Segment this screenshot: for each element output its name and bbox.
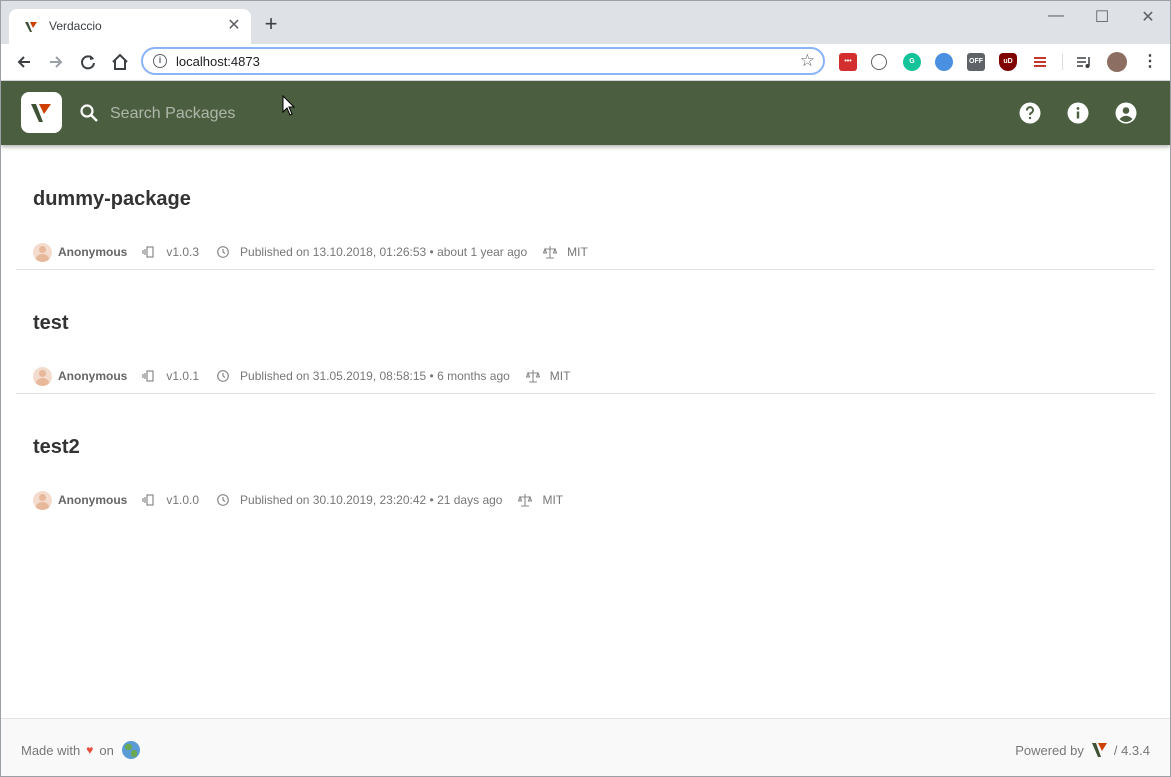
reload-icon[interactable] [77, 51, 99, 73]
app-footer: Made with ♥ on Powered by / 4.3.4 [1, 718, 1170, 776]
verdaccio-favicon-icon [25, 22, 37, 32]
help-icon[interactable] [1018, 101, 1042, 125]
globe-icon[interactable] [121, 741, 140, 759]
package-version: v1.0.0 [166, 493, 200, 507]
package-meta: Anonymous v1.0.3 Published on 13.10.2018… [33, 242, 588, 262]
info-icon[interactable] [1066, 101, 1090, 125]
verdaccio-logo[interactable] [21, 92, 62, 133]
maximize-button[interactable]: ☐ [1087, 7, 1117, 27]
1password-extension-icon[interactable] [871, 54, 887, 70]
publish-date: Published on 31.05.2019, 08:58:15 • 6 mo… [240, 369, 510, 383]
mouse-cursor-icon [282, 95, 296, 116]
chat-extension-icon[interactable] [935, 53, 953, 71]
verdaccio-logo-icon [31, 104, 51, 122]
search-icon [80, 104, 98, 122]
footer-powered-by: Powered by / 4.3.4 [1015, 741, 1150, 759]
forward-icon[interactable] [45, 51, 67, 73]
app-header [1, 81, 1170, 145]
off-extension-icon[interactable]: OFF [967, 53, 985, 71]
publish-date: Published on 13.10.2018, 01:26:53 • abou… [240, 245, 528, 259]
grammarly-extension-icon[interactable]: G [903, 53, 921, 71]
bookmark-star-icon[interactable]: ☆ [800, 51, 815, 71]
package-item[interactable]: test Anonymous v1.0.1 Published on 31.05… [16, 270, 1155, 394]
browser-toolbar: i localhost:4873 ☆ ••• G OFF uD ⋮ [1, 44, 1170, 81]
lastpass-extension-icon[interactable]: ••• [839, 53, 857, 71]
site-info-icon[interactable]: i [153, 54, 167, 68]
package-version: v1.0.1 [166, 369, 200, 383]
search-packages-input[interactable] [108, 98, 412, 130]
close-window-button[interactable]: ✕ [1133, 7, 1163, 27]
address-bar[interactable]: i localhost:4873 ☆ [141, 47, 825, 75]
author-name: Anonymous [58, 369, 128, 383]
media-control-icon[interactable] [1075, 53, 1093, 71]
version-icon [142, 494, 154, 506]
license-scale-icon [518, 494, 533, 507]
package-name[interactable]: dummy-package [33, 188, 191, 211]
app-version: / 4.3.4 [1113, 742, 1150, 758]
powered-by-text: Powered by [1015, 742, 1084, 758]
package-version: v1.0.3 [166, 245, 200, 259]
minimize-button[interactable]: — [1041, 7, 1071, 27]
author-avatar [33, 366, 52, 386]
new-tab-button[interactable]: + [261, 13, 281, 35]
clock-icon [217, 494, 229, 506]
heart-icon: ♥ [86, 743, 94, 757]
toolbar-divider [1062, 54, 1063, 70]
clock-icon [217, 370, 229, 382]
tab-strip: Verdaccio ✕ + — ☐ ✕ [1, 1, 1170, 44]
package-license: MIT [542, 493, 564, 507]
author-avatar [33, 490, 52, 510]
profile-avatar[interactable] [1107, 52, 1127, 72]
package-item[interactable]: test2 Anonymous v1.0.0 Published on 30.1… [16, 394, 1155, 517]
author-name: Anonymous [58, 493, 128, 507]
chrome-menu-icon[interactable]: ⋮ [1141, 53, 1159, 71]
author-name: Anonymous [58, 245, 128, 259]
version-icon [142, 246, 154, 258]
account-icon[interactable] [1114, 101, 1138, 125]
version-icon [142, 370, 154, 382]
package-meta: Anonymous v1.0.0 Published on 30.10.2019… [33, 490, 563, 510]
ublock-extension-icon[interactable]: uD [999, 53, 1017, 71]
package-meta: Anonymous v1.0.1 Published on 31.05.2019… [33, 366, 570, 386]
tab-verdaccio[interactable]: Verdaccio ✕ [9, 9, 251, 44]
author-avatar [33, 242, 52, 262]
verdaccio-footer-logo-icon [1091, 743, 1107, 757]
footer-made-with: Made with ♥ on [21, 741, 140, 759]
package-license: MIT [549, 369, 571, 383]
list-extension-icon[interactable] [1031, 53, 1049, 71]
made-with-text: Made with [21, 742, 81, 758]
package-license: MIT [567, 245, 588, 259]
license-scale-icon [525, 370, 540, 383]
address-url[interactable]: localhost:4873 [176, 54, 260, 69]
tab-close-icon[interactable]: ✕ [225, 17, 243, 35]
back-icon[interactable] [13, 51, 35, 73]
browser-window: Verdaccio ✕ + — ☐ ✕ i localhost:4873 ☆ •… [0, 0, 1171, 777]
package-item[interactable]: dummy-package Anonymous v1.0.3 Published… [16, 146, 1155, 270]
tab-title: Verdaccio [49, 19, 102, 33]
clock-icon [217, 246, 229, 258]
package-name[interactable]: test2 [33, 436, 80, 459]
package-name[interactable]: test [33, 312, 69, 335]
license-scale-icon [543, 246, 558, 259]
publish-date: Published on 30.10.2019, 23:20:42 • 21 d… [240, 493, 503, 507]
on-text: on [99, 742, 114, 758]
home-icon[interactable] [109, 51, 131, 73]
package-list: dummy-package Anonymous v1.0.3 Published… [16, 146, 1155, 517]
